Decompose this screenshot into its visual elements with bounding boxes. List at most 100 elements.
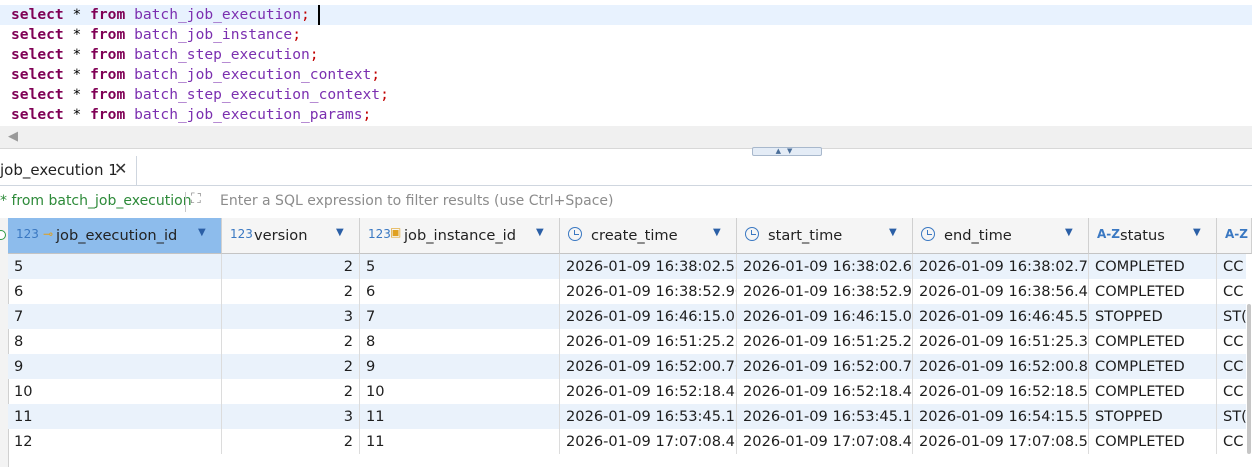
table-cell[interactable]: 10 — [360, 379, 560, 404]
table-cell[interactable]: STOPPED — [1089, 304, 1217, 329]
chevron-down-icon[interactable]: ▼ — [198, 227, 206, 238]
table-cell[interactable]: 2026-01-09 16:54:15.550 — [913, 404, 1089, 429]
table-cell[interactable]: 2026-01-09 16:46:15.088 — [737, 304, 913, 329]
table-cell[interactable]: 2 — [222, 354, 360, 379]
table-cell[interactable]: COMPLETED — [1089, 379, 1217, 404]
close-icon[interactable]: ✕ — [114, 159, 127, 178]
chevron-down-icon[interactable]: ▼ — [889, 227, 897, 238]
table-cell[interactable]: COMPLETED — [1089, 429, 1217, 454]
table-cell[interactable]: 2026-01-09 16:52:00.761 — [560, 354, 737, 379]
table-cell[interactable]: 2026-01-09 16:38:56.447 — [913, 279, 1089, 304]
table-cell[interactable]: COMPLETED — [1089, 354, 1217, 379]
column-header-job_instance_id[interactable]: 123 ▣ job_instance_id ▼ — [360, 218, 560, 254]
table-cell[interactable]: COMPLETED — [1089, 254, 1217, 279]
sql-line[interactable]: select * from batch_job_execution_contex… — [11, 65, 380, 85]
table-cell[interactable]: 3 — [222, 404, 360, 429]
table-cell[interactable]: 2026-01-09 17:07:08.468 — [560, 429, 737, 454]
text-caret — [318, 5, 320, 25]
table-cell[interactable]: 2026-01-09 16:38:52.989 — [737, 279, 913, 304]
chevron-down-icon[interactable]: ▼ — [1193, 227, 1201, 238]
sql-line[interactable]: select * from batch_job_execution; — [11, 5, 310, 25]
table-cell[interactable]: 2026-01-09 16:52:00.846 — [913, 354, 1089, 379]
sql-editor[interactable]: select * from batch_job_execution; select… — [0, 0, 1252, 130]
chevron-down-icon[interactable]: ▼ — [536, 227, 544, 238]
table-cell[interactable]: 11 — [360, 429, 560, 454]
table-row[interactable]: 12 2 11 2026-01-09 17:07:08.468 2026-01-09 1… — [8, 429, 1252, 454]
table-cell[interactable]: 8 — [8, 329, 222, 354]
column-header-start_time[interactable]: start_time ▼ — [737, 218, 913, 254]
table-cell[interactable]: 6 — [360, 279, 560, 304]
column-header-status[interactable]: A-Z status ▼ — [1089, 218, 1217, 254]
table-row[interactable]: 6 2 6 2026-01-09 16:38:52.906 2026-01-09 16:… — [8, 279, 1252, 304]
table-cell[interactable]: 2026-01-09 17:07:08.487 — [737, 429, 913, 454]
table-row[interactable]: 9 2 9 2026-01-09 16:52:00.761 2026-01-09 16:… — [8, 354, 1252, 379]
table-cell[interactable]: 2026-01-09 16:53:45.122 — [560, 404, 737, 429]
table-cell[interactable]: 10 — [8, 379, 222, 404]
column-header-create_time[interactable]: create_time ▼ — [560, 218, 737, 254]
table-row[interactable]: 5 2 5 2026-01-09 16:38:02.585 2026-01-09 16:… — [8, 254, 1252, 279]
table-cell[interactable]: 2026-01-09 16:38:02.625 — [737, 254, 913, 279]
table-cell[interactable]: 2 — [222, 279, 360, 304]
table-cell[interactable]: 9 — [8, 354, 222, 379]
table-cell[interactable]: 2026-01-09 16:53:45.165 — [737, 404, 913, 429]
table-row[interactable]: 7 3 7 2026-01-09 16:46:15.030 2026-01-09 16:… — [8, 304, 1252, 329]
table-cell[interactable]: 2026-01-09 16:38:02.710 — [913, 254, 1089, 279]
table-cell[interactable]: 11 — [8, 404, 222, 429]
sql-line[interactable]: select * from batch_step_execution_conte… — [11, 85, 389, 105]
table-row[interactable]: 10 2 10 2026-01-09 16:52:18.480 2026-01-09 1… — [8, 379, 1252, 404]
table-cell[interactable]: 2 — [222, 254, 360, 279]
table-cell[interactable]: 2026-01-09 16:38:52.906 — [560, 279, 737, 304]
table-cell[interactable]: 2026-01-09 16:52:18.480 — [560, 379, 737, 404]
table-cell[interactable]: 2026-01-09 16:46:15.030 — [560, 304, 737, 329]
table-cell[interactable]: 2026-01-09 16:52:18.493 — [737, 379, 913, 404]
table-cell[interactable]: COMPLETED — [1089, 279, 1217, 304]
result-grid[interactable]: 123 ⊸ job_execution_id ▼ 123 version ▼ 123 ▣ job_… — [0, 218, 1252, 467]
table-cell[interactable]: 9 — [360, 354, 560, 379]
table-cell[interactable]: 2026-01-09 17:07:08.575 — [913, 429, 1089, 454]
table-cell[interactable]: 2 — [222, 379, 360, 404]
table-cell[interactable]: 2026-01-09 16:51:25.245 — [737, 329, 913, 354]
expand-icon[interactable]: ⛶ — [191, 191, 201, 207]
scroll-left-icon[interactable]: ◀ — [8, 129, 18, 144]
chevron-down-icon[interactable]: ▼ — [336, 227, 344, 238]
table-cell[interactable]: 2026-01-09 16:46:45.510 — [913, 304, 1089, 329]
sql-line[interactable]: select * from batch_job_instance; — [11, 25, 301, 45]
table-cell[interactable]: 2026-01-09 16:51:25.338 — [913, 329, 1089, 354]
table-cell[interactable]: 12 — [8, 429, 222, 454]
chevron-down-icon[interactable]: ▼ — [713, 227, 721, 238]
tab-job-execution-1[interactable]: job_execution 1 ✕ — [0, 156, 137, 185]
table-cell[interactable]: 2 — [222, 429, 360, 454]
sql-keyword-from: from — [90, 6, 126, 23]
column-header-end_time[interactable]: end_time ▼ — [913, 218, 1089, 254]
table-row[interactable]: 8 2 8 2026-01-09 16:51:25.227 2026-01-09 16:… — [8, 329, 1252, 354]
table-cell[interactable]: 8 — [360, 329, 560, 354]
filter-input[interactable]: Enter a SQL expression to filter results… — [220, 193, 614, 209]
table-cell[interactable]: 2026-01-09 16:38:02.585 — [560, 254, 737, 279]
table-cell[interactable]: 2 — [222, 329, 360, 354]
table-cell[interactable]: 7 — [8, 304, 222, 329]
column-header-overflow[interactable]: A-Z — [1217, 218, 1252, 254]
splitter-grip-icon[interactable]: ▲▼ — [752, 147, 822, 156]
table-cell[interactable]: 6 — [8, 279, 222, 304]
column-header-job_execution_id[interactable]: 123 ⊸ job_execution_id ▼ — [8, 218, 222, 254]
scrollbar-thumb[interactable] — [1247, 304, 1251, 454]
table-cell[interactable]: 5 — [8, 254, 222, 279]
table-cell[interactable]: STOPPED — [1089, 404, 1217, 429]
table-cell[interactable]: 5 — [360, 254, 560, 279]
panel-splitter[interactable]: ▲▼ — [0, 147, 1252, 156]
sql-line[interactable]: select * from batch_job_execution_params… — [11, 105, 371, 125]
table-cell[interactable]: 2026-01-09 16:51:25.227 — [560, 329, 737, 354]
chevron-down-icon[interactable]: ▼ — [1065, 227, 1073, 238]
table-cell[interactable]: 3 — [222, 304, 360, 329]
active-query-label[interactable]: * from batch_job_execution — [0, 193, 192, 209]
table-cell[interactable]: 7 — [360, 304, 560, 329]
column-header-version[interactable]: 123 version ▼ — [222, 218, 360, 254]
table-cell[interactable]: 2026-01-09 16:52:00.776 — [737, 354, 913, 379]
sql-line[interactable]: select * from batch_step_execution; — [11, 45, 319, 65]
editor-horizontal-scrollbar[interactable]: ◀ — [0, 126, 1252, 148]
table-cell[interactable]: 11 — [360, 404, 560, 429]
table-row[interactable]: 11 3 11 2026-01-09 16:53:45.122 2026-01-09 1… — [8, 404, 1252, 429]
table-cell[interactable]: COMPLETED — [1089, 329, 1217, 354]
table-cell[interactable]: 2026-01-09 16:52:18.563 — [913, 379, 1089, 404]
grid-vertical-scrollbar[interactable] — [1246, 254, 1252, 467]
